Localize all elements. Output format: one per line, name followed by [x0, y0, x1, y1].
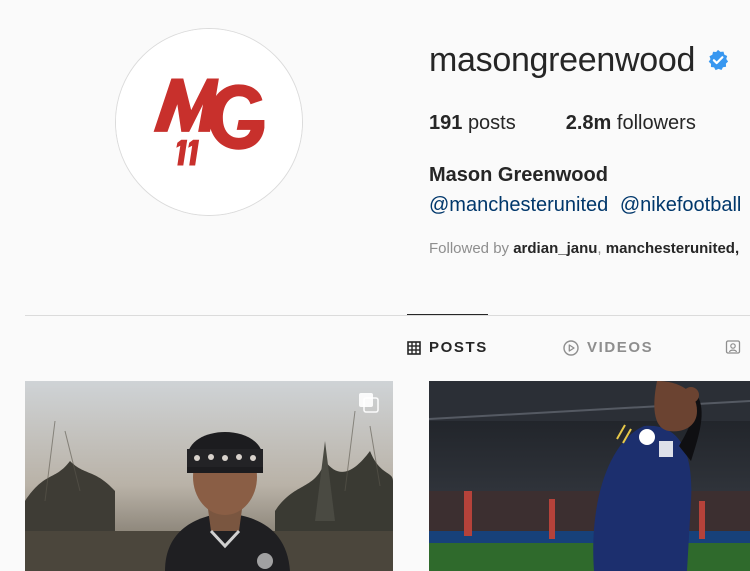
active-tab-indicator — [407, 314, 488, 315]
followers-label: followers — [616, 112, 696, 134]
mention-link-manchesterunited[interactable]: @manchesterunited — [429, 194, 608, 216]
play-circle-icon — [563, 339, 579, 356]
followed-by-prefix: Followed by — [429, 240, 510, 257]
tab-posts[interactable]: POSTS — [407, 339, 488, 356]
profile-avatar[interactable] — [115, 28, 303, 216]
grid-icon — [407, 340, 421, 355]
tab-tagged[interactable] — [725, 339, 749, 355]
followed-by-user-2[interactable]: manchesterunited, — [606, 240, 739, 257]
tab-posts-label: POSTS — [429, 339, 488, 356]
followed-by[interactable]: Followed by ardian_janu, manchesterunite… — [429, 240, 739, 257]
tabs-divider — [25, 315, 750, 316]
followed-by-separator: , — [597, 240, 602, 257]
tagged-portrait-icon — [725, 340, 741, 354]
post-photo-stadium — [429, 381, 750, 571]
post-thumbnail[interactable] — [25, 381, 393, 571]
username-row: masongreenwood — [429, 40, 729, 80]
post-photo-portrait — [25, 381, 393, 571]
post-thumbnail[interactable] — [429, 381, 750, 571]
posts-label: posts — [467, 112, 516, 134]
tab-videos[interactable]: VIDEOS — [563, 339, 653, 356]
posts-stat: 191 posts — [429, 112, 516, 135]
mention-link-nikefootball[interactable]: @nikefootball — [620, 194, 741, 216]
mg11-logo — [116, 29, 302, 215]
followers-stat[interactable]: 2.8m followers — [566, 112, 696, 135]
followed-by-user-1[interactable]: ardian_janu — [513, 240, 597, 257]
username: masongreenwood — [429, 40, 696, 79]
verified-badge-icon — [708, 49, 729, 71]
bio-mentions: @manchesterunited @nikefootball — [429, 194, 747, 217]
profile-stats: 191 posts 2.8m followers — [429, 112, 746, 135]
tab-videos-label: VIDEOS — [587, 339, 654, 356]
followers-count: 2.8m — [565, 112, 612, 134]
posts-count: 191 — [429, 112, 463, 134]
full-name: Mason Greenwood — [429, 164, 608, 186]
